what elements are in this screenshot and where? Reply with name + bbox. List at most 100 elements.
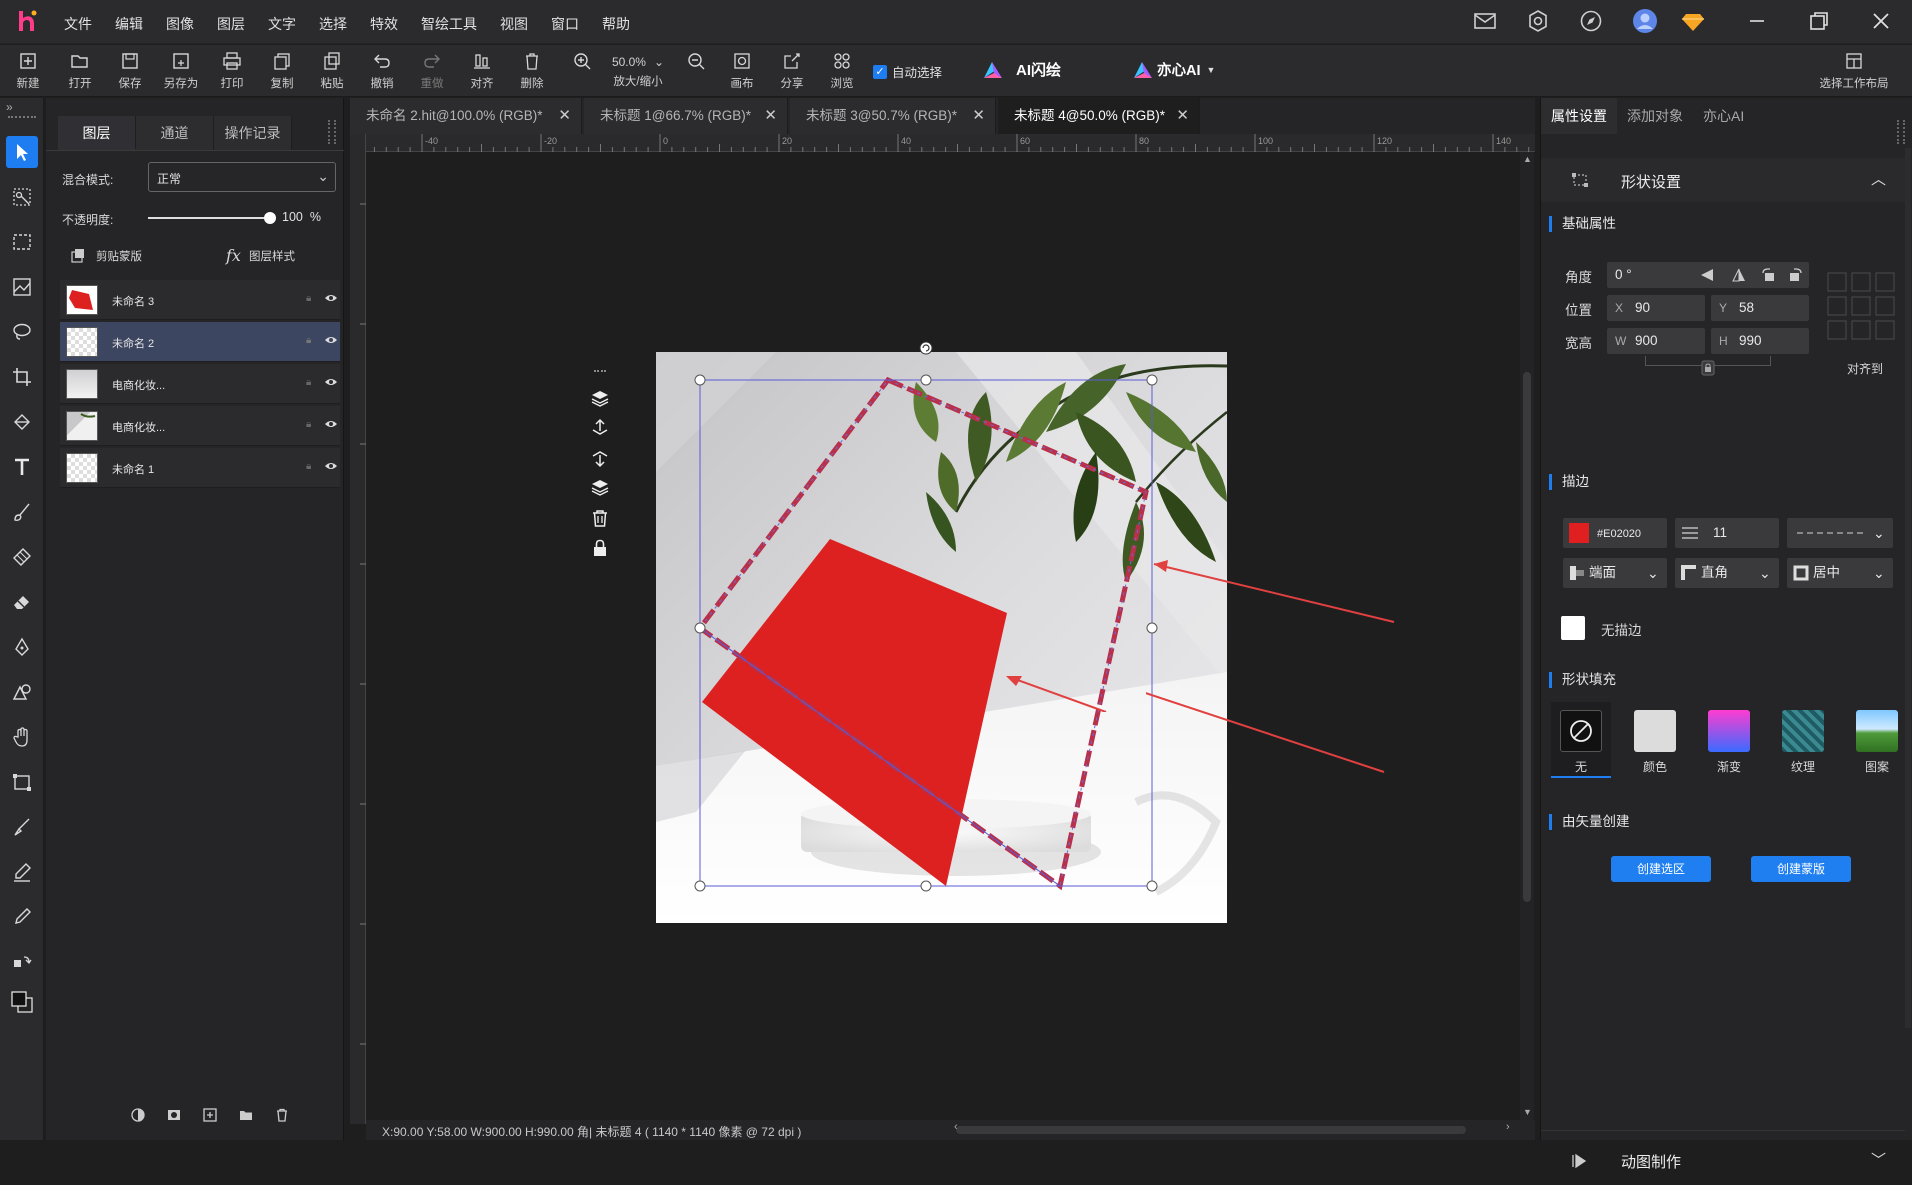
move-tool-icon[interactable] [6, 136, 38, 168]
browse-button[interactable]: 浏览 [820, 51, 864, 91]
fill-gradient-option[interactable]: 渐变 [1699, 702, 1759, 775]
bring-forward-icon[interactable] [590, 418, 610, 438]
angle-field[interactable]: 0 ° [1607, 262, 1809, 288]
chevron-down-icon[interactable]: ﹀ [1871, 1149, 1886, 1170]
send-backward-icon[interactable] [590, 448, 610, 468]
menu-select[interactable]: 选择 [319, 14, 347, 34]
doc-tab[interactable]: 未命名 2.hit@100.0% (RGB)* ✕ [350, 98, 582, 134]
marquee-tool-icon[interactable] [6, 226, 38, 258]
layer-row[interactable]: 未命名 2 🔒︎ [60, 322, 340, 362]
panel-scrollbar[interactable] [1905, 148, 1911, 1028]
fill-none-option[interactable]: 无 [1551, 702, 1611, 778]
scroll-right-icon[interactable]: › [1506, 1121, 1510, 1133]
crop-tool-icon[interactable] [6, 361, 38, 393]
open-button[interactable]: 打开 [58, 51, 102, 91]
zoom-value[interactable]: 50.0% [612, 55, 646, 69]
flip-horizontal-icon[interactable] [1699, 267, 1715, 283]
close-tab-icon[interactable]: ✕ [1176, 98, 1189, 134]
zoom-out-button[interactable] [674, 51, 718, 75]
collapse-icon[interactable]: » [6, 100, 13, 114]
print-button[interactable]: 打印 [210, 51, 254, 91]
undo-button[interactable]: 撤销 [360, 51, 404, 91]
doc-tab[interactable]: 未标题 1@66.7% (RGB)* ✕ [584, 98, 788, 134]
stroke-color-swatch[interactable] [1569, 523, 1589, 543]
redo-button[interactable]: 重做 [410, 51, 454, 91]
menu-image[interactable]: 图像 [166, 14, 194, 34]
add-mask-icon[interactable] [156, 1108, 192, 1122]
compass-icon[interactable] [1578, 8, 1604, 34]
fill-color-option[interactable]: 颜色 [1625, 702, 1685, 775]
close-window-icon[interactable] [1868, 8, 1894, 34]
avatar-icon[interactable] [1632, 8, 1658, 34]
pen-tool-icon[interactable] [6, 631, 38, 663]
delete-button[interactable]: 删除 [510, 51, 554, 91]
blend-mode-select[interactable]: 正常 ⌄ [148, 162, 336, 192]
rotate-handle-icon[interactable] [919, 341, 933, 355]
document-canvas[interactable] [656, 352, 1227, 923]
eye-icon[interactable] [324, 418, 338, 430]
opacity-value[interactable]: 100 % [282, 210, 321, 224]
layer-row[interactable]: 电商化妆... 🔒︎ [60, 406, 340, 446]
new-layer-icon[interactable] [192, 1108, 228, 1122]
stroke-width-field[interactable]: 11 [1675, 518, 1779, 548]
settings-icon[interactable] [1525, 8, 1551, 34]
layers-stack-icon[interactable] [590, 388, 610, 408]
tab-channels[interactable]: 通道 [136, 116, 214, 150]
restore-icon[interactable] [1806, 8, 1832, 34]
eye-icon[interactable] [324, 334, 338, 346]
flip-vertical-icon[interactable] [1731, 267, 1747, 283]
lasso-tool-icon[interactable] [6, 316, 38, 348]
transform-tool-icon[interactable] [6, 766, 38, 798]
scroll-left-icon[interactable]: ‹ [954, 1121, 958, 1133]
color-swatch-icon[interactable] [6, 986, 38, 1018]
layer-style-button[interactable]: fx 图层样式 [226, 246, 295, 265]
lock-icon[interactable]: 🔒︎ [306, 461, 311, 472]
aspect-lock-icon[interactable] [1701, 360, 1715, 376]
menu-text[interactable]: 文字 [268, 14, 296, 34]
minimize-icon[interactable] [1744, 8, 1770, 34]
align-to-grid[interactable] [1827, 272, 1895, 340]
clip-mask-button[interactable]: 剪贴蒙版 [70, 248, 142, 264]
scrollbar-thumb[interactable] [1523, 372, 1531, 902]
vip-gem-icon[interactable] [1680, 8, 1706, 34]
zoom-in-button[interactable] [560, 51, 604, 75]
swap-colors-icon[interactable] [6, 946, 38, 978]
drag-handle-icon[interactable] [8, 116, 36, 119]
fill-pattern-option[interactable]: 图案 [1847, 702, 1907, 775]
menu-view[interactable]: 视图 [500, 14, 528, 34]
stroke-dash-select[interactable]: ⌄ [1787, 518, 1893, 548]
x-field[interactable]: X 90 [1607, 295, 1705, 321]
height-field[interactable]: H 990 [1711, 328, 1809, 354]
layers-merge-icon[interactable] [590, 478, 610, 498]
lock-icon[interactable]: 🔒︎ [306, 419, 311, 430]
eye-icon[interactable] [324, 460, 338, 472]
scroll-down-icon[interactable]: ▼ [1523, 1107, 1532, 1117]
adjustment-layer-icon[interactable] [120, 1108, 156, 1122]
paste-button[interactable]: 粘贴 [310, 51, 354, 91]
tab-yixin-ai[interactable]: 亦心AI [1693, 98, 1754, 134]
opacity-slider[interactable] [148, 217, 272, 219]
doc-tab-active[interactable]: 未标题 4@50.0% (RGB)* ✕ [998, 98, 1200, 134]
lock-icon[interactable]: 🔒︎ [306, 293, 311, 304]
horizontal-scrollbar[interactable] [956, 1126, 1466, 1134]
shape-settings-header[interactable]: 形状设置 ︿ [1541, 158, 1905, 202]
rotate-right-icon[interactable] [1787, 267, 1803, 283]
lock-icon[interactable] [590, 538, 610, 558]
lock-icon[interactable]: 🔒︎ [306, 377, 311, 388]
ai-flash-button[interactable]: AI闪绘 [982, 59, 1061, 80]
vertical-scrollbar[interactable]: ▲ ▼ [1520, 152, 1534, 1120]
eraser-tool-icon[interactable] [6, 586, 38, 618]
delete-layer-icon[interactable] [264, 1108, 300, 1122]
stroke-color-field[interactable]: #E02020 [1563, 518, 1667, 548]
yixin-ai-dropdown[interactable]: 亦心AI ▼ [1132, 59, 1215, 80]
create-selection-button[interactable]: 创建选区 [1611, 856, 1711, 882]
eye-icon[interactable] [324, 376, 338, 388]
no-stroke-checkbox[interactable] [1561, 616, 1585, 640]
canvas-button[interactable]: 画布 [720, 51, 764, 91]
layer-row[interactable]: 未命名 3 🔒︎ [60, 280, 340, 320]
panel-drag-handle-icon[interactable] [1897, 120, 1905, 144]
close-tab-icon[interactable]: ✕ [764, 98, 777, 134]
workspace-layout-button[interactable]: 选择工作布局 [1814, 51, 1894, 91]
mail-icon[interactable] [1472, 8, 1498, 34]
rotate-left-icon[interactable] [1761, 267, 1777, 283]
